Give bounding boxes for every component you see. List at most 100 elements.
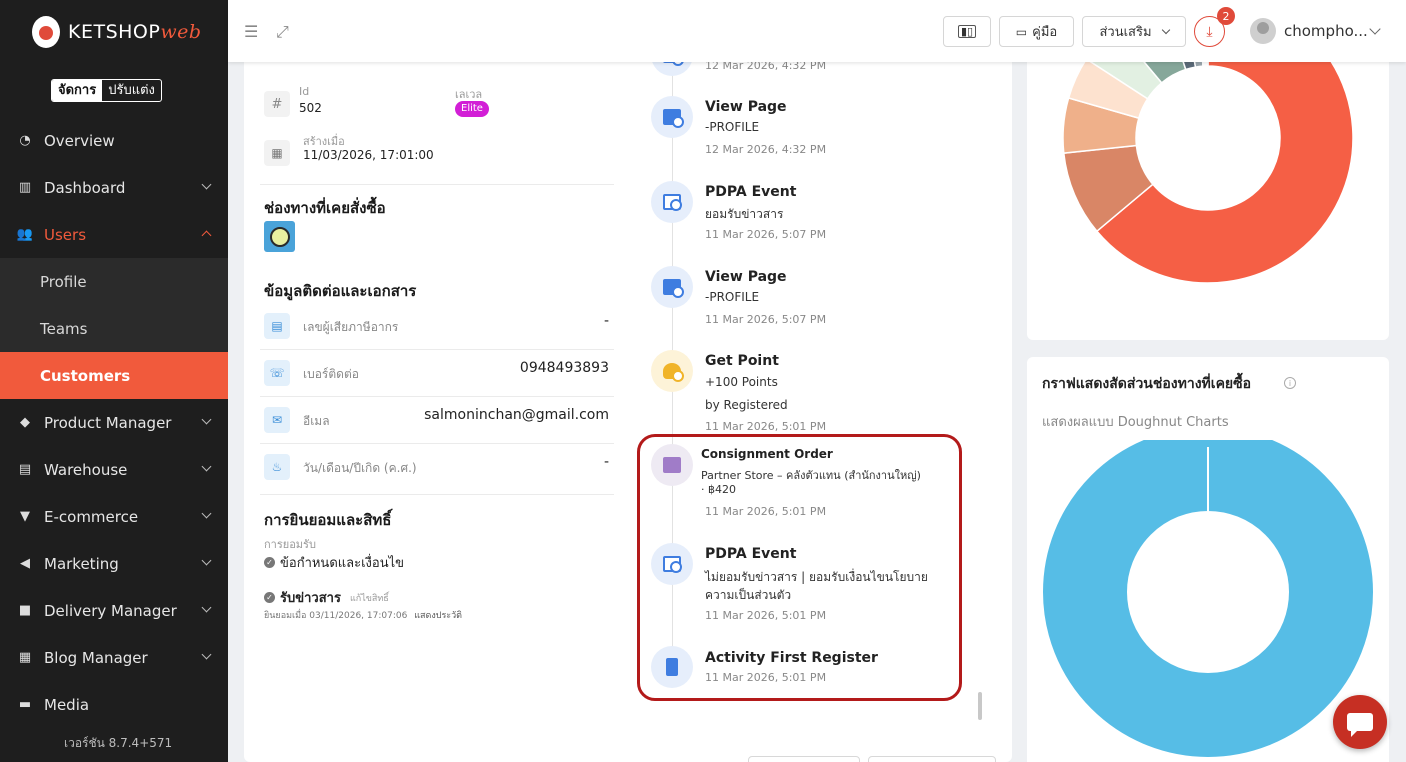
sidebar: KETSHOPweb จัดการ ปรับแต่ง ◔ Overview ▥ … bbox=[0, 0, 228, 762]
chevron-up-icon bbox=[201, 230, 212, 241]
donut-segments bbox=[1062, 40, 1354, 284]
timeline-title: View Page bbox=[705, 99, 787, 115]
app-version: เวอร์ชัน 8.7.4+571 bbox=[64, 736, 173, 750]
phone-icon: ☏ bbox=[264, 360, 290, 386]
pie-chart-icon: ◔ bbox=[19, 133, 31, 148]
manual-label: คู่มือ bbox=[1032, 25, 1058, 40]
chevron-down-icon bbox=[201, 508, 212, 519]
consent-date: ยินยอมเมื่อ 03/11/2026, 17:07:06 แสดงประ… bbox=[264, 608, 462, 622]
sidebar-item-label: Product Manager bbox=[44, 413, 172, 432]
mode-customize-button[interactable]: ปรับแต่ง bbox=[102, 80, 161, 101]
language-button[interactable]: ▮▯ bbox=[943, 16, 991, 47]
footer-button[interactable] bbox=[748, 756, 860, 762]
divider bbox=[260, 349, 614, 350]
sidebar-item-label: Warehouse bbox=[44, 460, 128, 479]
info-icon[interactable]: i bbox=[1284, 377, 1296, 389]
show-history-link[interactable]: แสดงประวัติ bbox=[414, 611, 462, 621]
avatar[interactable] bbox=[1250, 18, 1276, 44]
collapse-sidebar-icon[interactable]: ☰ bbox=[244, 22, 258, 41]
ketshop-logo[interactable]: KETSHOPweb bbox=[32, 14, 202, 50]
consent-news: รับข่าวสาร bbox=[280, 591, 341, 606]
cake-icon: ♨ bbox=[264, 454, 290, 480]
sidebar-item-dashboard[interactable]: ▥ Dashboard bbox=[0, 164, 228, 211]
users-submenu: Profile Teams Customers bbox=[0, 258, 228, 399]
email-value[interactable]: salmoninchan@gmail.com bbox=[424, 407, 609, 423]
users-icon: 👥 bbox=[16, 227, 34, 242]
consent-title: การยินยอมและสิทธิ์ bbox=[264, 511, 392, 529]
divider bbox=[260, 443, 614, 444]
sidebar-item-blog-manager[interactable]: ▦ Blog Manager bbox=[0, 634, 228, 681]
sidebar-item-marketing[interactable]: ◀ Marketing bbox=[0, 540, 228, 587]
timeline-scrollbar[interactable] bbox=[978, 692, 982, 720]
consent-terms-row: ✓ ข้อกำหนดและเงื่อนไข bbox=[264, 552, 404, 573]
top-doughnut-chart bbox=[1062, 40, 1354, 284]
chevron-down-icon bbox=[201, 179, 212, 190]
sidebar-item-warehouse[interactable]: ▤ Warehouse bbox=[0, 446, 228, 493]
timeline-time: 11 Mar 2026, 5:07 PM bbox=[705, 313, 827, 326]
sidebar-item-label: Media bbox=[44, 695, 90, 714]
chevron-down-icon bbox=[201, 602, 212, 613]
hash-icon: # bbox=[264, 91, 290, 117]
check-icon: ✓ bbox=[264, 557, 275, 568]
sidebar-item-users[interactable]: 👥 Users bbox=[0, 211, 228, 258]
username[interactable]: chompho... bbox=[1284, 22, 1368, 40]
sidebar-item-label: Customers bbox=[40, 366, 131, 385]
sidebar-item-ecommerce[interactable]: ▼ E-commerce bbox=[0, 493, 228, 540]
top-right-chart-card bbox=[1027, 40, 1389, 340]
folder-icon: ▬ bbox=[18, 697, 32, 712]
chevron-down-icon[interactable] bbox=[1369, 23, 1381, 35]
timeline-detail: +100 Points bbox=[705, 375, 778, 389]
footer-button[interactable] bbox=[868, 756, 996, 762]
cart-icon: ▼ bbox=[20, 509, 30, 524]
edit-consent-link[interactable]: แก้ไขสิทธิ์ bbox=[350, 591, 389, 605]
sidebar-item-label: Dashboard bbox=[44, 178, 126, 197]
timeline-detail: -PROFILE bbox=[705, 120, 760, 134]
addons-dropdown[interactable]: ส่วนเสริม bbox=[1082, 16, 1186, 47]
manual-button[interactable]: ▭ คู่มือ bbox=[999, 16, 1074, 47]
created-value: 11/03/2026, 17:01:00 bbox=[303, 148, 434, 162]
website-channel-icon bbox=[264, 221, 295, 252]
sidebar-item-product-manager[interactable]: ◆ Product Manager bbox=[0, 399, 228, 446]
book-icon: ▭ bbox=[1015, 24, 1028, 39]
document-icon bbox=[651, 181, 693, 223]
sidebar-item-label: Teams bbox=[40, 319, 88, 338]
phone-value[interactable]: 0948493893 bbox=[520, 360, 609, 376]
channels-title: ช่องทางที่เคยสั่งซื้อ bbox=[264, 199, 386, 217]
page-icon bbox=[651, 96, 693, 138]
contact-title: ข้อมูลติดต่อและเอกสาร bbox=[264, 282, 417, 300]
bar-chart-icon: ▥ bbox=[18, 180, 32, 195]
consent-sub: การยอมรับ bbox=[264, 538, 316, 551]
warehouse-icon: ▤ bbox=[18, 462, 32, 477]
timeline-time: 11 Mar 2026, 5:07 PM bbox=[705, 228, 827, 241]
sidebar-item-teams[interactable]: Teams bbox=[0, 305, 228, 352]
chevron-down-icon bbox=[1161, 25, 1170, 35]
sidebar-item-delivery-manager[interactable]: ■ Delivery Manager bbox=[0, 587, 228, 634]
sidebar-item-customers[interactable]: Customers bbox=[0, 352, 228, 399]
tax-id-label: เลขผู้เสียภาษีอากร bbox=[303, 320, 399, 334]
chevron-down-icon bbox=[201, 461, 212, 472]
sidebar-item-profile[interactable]: Profile bbox=[0, 258, 228, 305]
consent-news-row: ✓ รับข่าวสาร แก้ไขสิทธิ์ bbox=[264, 587, 389, 608]
timeline-title: PDPA Event bbox=[705, 184, 797, 200]
sidebar-nav: ◔ Overview ▥ Dashboard 👥 Users Profile T… bbox=[0, 117, 228, 728]
download-count-badge: 2 bbox=[1217, 7, 1235, 25]
document-icon: ▤ bbox=[264, 313, 290, 339]
calendar-icon: ▦ bbox=[264, 140, 290, 166]
sidebar-item-label: Blog Manager bbox=[44, 648, 148, 667]
tax-id-value: - bbox=[603, 313, 609, 329]
topbar: ☰ ⤢ ▮▯ ▭ คู่มือ ส่วนเสริม ⤓ 2 chompho... bbox=[228, 0, 1406, 62]
birthdate-label: วัน/เดือน/ปีเกิด (ค.ศ.) bbox=[303, 461, 417, 475]
timeline-title: View Page bbox=[705, 269, 787, 285]
mode-manage-button[interactable]: จัดการ bbox=[52, 80, 103, 101]
sidebar-item-label: Profile bbox=[40, 272, 87, 291]
phone-label: เบอร์ติดต่อ bbox=[303, 367, 359, 381]
sidebar-item-overview[interactable]: ◔ Overview bbox=[0, 117, 228, 164]
truck-icon: ■ bbox=[18, 603, 32, 618]
id-value: 502 bbox=[299, 101, 322, 115]
timeline-title: Get Point bbox=[705, 353, 779, 369]
chat-button[interactable] bbox=[1333, 695, 1387, 749]
sidebar-item-label: Delivery Manager bbox=[44, 601, 177, 620]
sidebar-item-media[interactable]: ▬ Media bbox=[0, 681, 228, 728]
sidebar-item-label: E-commerce bbox=[44, 507, 139, 526]
fullscreen-icon[interactable]: ⤢ bbox=[276, 22, 289, 42]
